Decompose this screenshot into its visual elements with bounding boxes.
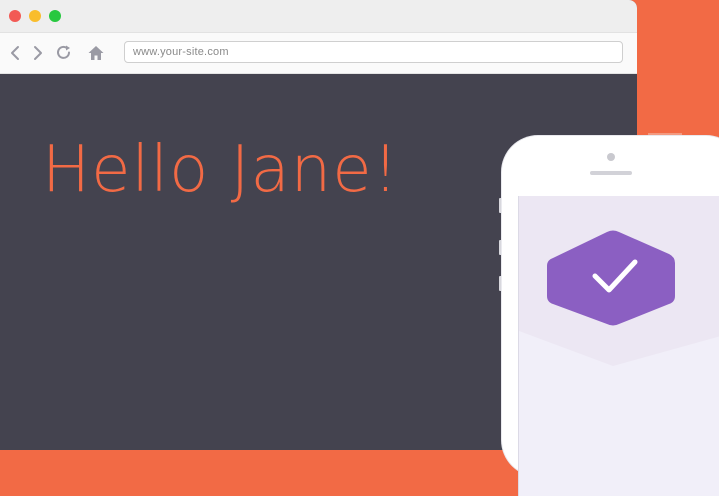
phone-mockup: [502, 136, 719, 496]
forward-icon[interactable]: [27, 43, 47, 63]
home-icon[interactable]: [86, 43, 106, 63]
title-bar: [0, 0, 637, 33]
address-text: www.your-site.com: [133, 46, 229, 58]
reload-icon[interactable]: [54, 43, 74, 63]
minimize-button[interactable]: [29, 10, 41, 22]
address-bar[interactable]: www.your-site.com: [124, 41, 623, 63]
back-icon[interactable]: [6, 43, 26, 63]
screen-art: [519, 196, 719, 366]
greeting-heading: Hello Jane!: [42, 133, 400, 207]
phone-camera: [607, 153, 615, 161]
zoom-button[interactable]: [49, 10, 61, 22]
phone-screen: [518, 196, 719, 496]
phone-speaker: [590, 171, 632, 175]
browser-toolbar: www.your-site.com: [0, 33, 637, 74]
close-button[interactable]: [9, 10, 21, 22]
